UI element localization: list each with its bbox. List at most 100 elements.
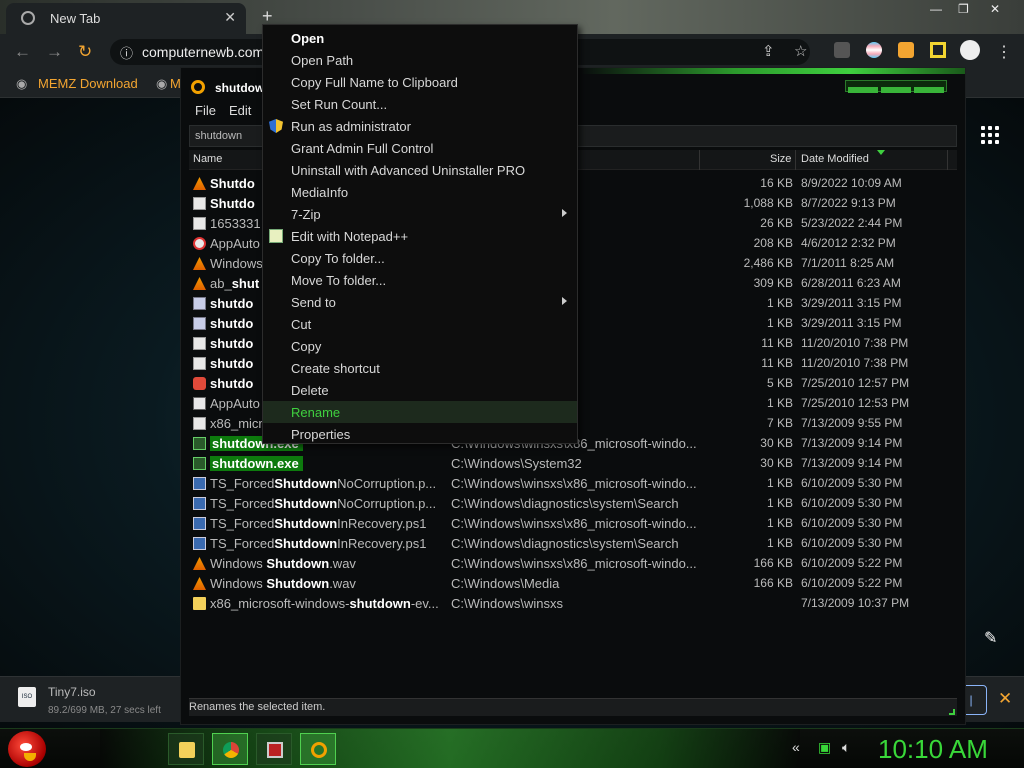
result-date: 3/29/2011 3:15 PM: [801, 316, 902, 330]
result-row[interactable]: TS_ForcedShutdownInRecovery.ps1 C:\Window…: [189, 514, 957, 534]
result-path: C:\Windows\winsxs\x86_microsoft-windo...: [451, 556, 697, 571]
bookmark-globe-icon: ◉: [156, 76, 168, 91]
result-filename: Windows Shutdown.wav: [210, 576, 356, 591]
tray-expand-icon[interactable]: «: [792, 739, 800, 755]
result-filename: TS_ForcedShutdownNoCorruption.p...: [210, 496, 437, 511]
menu-item-copy-full-name-to-clipboard[interactable]: Copy Full Name to Clipboard: [263, 71, 577, 93]
maximize-button[interactable]: ❐: [958, 2, 969, 16]
download-bar-close-icon[interactable]: ✕: [998, 689, 1012, 709]
submenu-arrow-icon: [562, 209, 567, 217]
menu-item-run-as-administrator[interactable]: Run as administrator: [263, 115, 577, 137]
start-button-angry-bird-icon[interactable]: [8, 731, 46, 767]
file-doc-icon: [193, 197, 206, 210]
column-size[interactable]: Size: [770, 153, 791, 165]
result-filename: shutdo: [210, 296, 254, 311]
taskbar-explorer-button[interactable]: [168, 733, 204, 765]
profile-avatar[interactable]: [960, 40, 980, 60]
result-size: 1 KB: [766, 536, 793, 550]
menu-item-copy-to-folder[interactable]: Copy To folder...: [263, 247, 577, 269]
menu-item-set-run-count[interactable]: Set Run Count...: [263, 93, 577, 115]
extension-flag-icon[interactable]: [866, 42, 882, 58]
menu-item-grant-admin-full-control[interactable]: Grant Admin Full Control: [263, 137, 577, 159]
menu-item-mediainfo[interactable]: MediaInfo: [263, 181, 577, 203]
close-window-button[interactable]: ✕: [990, 2, 1000, 16]
result-date: 7/25/2010 12:57 PM: [801, 376, 910, 390]
result-size: 30 KB: [760, 456, 793, 470]
customize-pencil-icon[interactable]: ✎: [984, 628, 997, 648]
minimize-button[interactable]: —: [930, 2, 942, 16]
tab-new-tab[interactable]: New Tab ✕: [6, 3, 246, 34]
share-icon[interactable]: ⇪: [762, 42, 775, 60]
result-row[interactable]: Windows Shutdown.wav C:\Windows\Media 166 …: [189, 574, 957, 594]
column-name[interactable]: Name: [193, 153, 222, 165]
result-filename: ab_shut: [210, 276, 260, 291]
extensions-puzzle-icon[interactable]: [898, 42, 914, 58]
network-icon[interactable]: ▣: [818, 739, 831, 756]
result-row[interactable]: x86_microsoft-windows-shutdown-ev... C:\W…: [189, 594, 957, 614]
result-path: C:\Windows\diagnostics\system\Search: [451, 496, 679, 511]
result-size: 26 KB: [760, 216, 793, 230]
menu-item-create-shortcut[interactable]: Create shortcut: [263, 357, 577, 379]
file-vlc-icon: [193, 277, 206, 290]
file-doc-icon: [193, 217, 206, 230]
extension-ublock-icon[interactable]: [834, 42, 850, 58]
sidepanel-icon[interactable]: [930, 42, 946, 58]
menu-item-edit-with-notepad[interactable]: Edit with Notepad++: [263, 225, 577, 247]
file-power-icon: [193, 377, 206, 390]
taskbar-everything-button[interactable]: [300, 733, 336, 765]
everything-window-buttons[interactable]: [845, 80, 947, 93]
result-date: 11/20/2010 7:38 PM: [801, 336, 909, 350]
result-size: 166 KB: [753, 576, 793, 590]
system-tray: « ▣ 🔈︎: [784, 739, 864, 759]
reload-icon[interactable]: ↻: [78, 42, 92, 62]
menu-item-move-to-folder[interactable]: Move To folder...: [263, 269, 577, 291]
apps-grid-icon[interactable]: [981, 126, 999, 144]
tab-close-icon[interactable]: ✕: [224, 9, 236, 26]
menu-item-copy[interactable]: Copy: [263, 335, 577, 357]
result-filename: shutdo: [210, 356, 254, 371]
result-row[interactable]: TS_ForcedShutdownInRecovery.ps1 C:\Window…: [189, 534, 957, 554]
uac-shield-icon: [269, 119, 283, 133]
file-gadget-icon: [193, 297, 206, 310]
result-filename: shutdo: [210, 336, 254, 351]
menu-item-cut[interactable]: Cut: [263, 313, 577, 335]
taskbar-chrome-button[interactable]: [212, 733, 248, 765]
menu-item-uninstall-with-advanced-uninstaller-pro[interactable]: Uninstall with Advanced Uninstaller PRO: [263, 159, 577, 181]
menu-item-7-zip[interactable]: 7-Zip: [263, 203, 577, 225]
column-date-modified[interactable]: Date Modified: [801, 153, 869, 165]
result-date: 7/13/2009 10:37 PM: [801, 596, 910, 610]
bookmark-memz-download[interactable]: MEMZ Download: [38, 76, 138, 91]
result-size: 16 KB: [760, 176, 793, 190]
back-icon[interactable]: ←: [14, 42, 31, 62]
iso-file-icon: ISO: [18, 687, 36, 707]
bookmark-star-icon[interactable]: ☆: [794, 42, 807, 60]
file-app-icon: [193, 237, 206, 250]
site-info-icon[interactable]: ⓘ: [120, 43, 133, 62]
download-filename[interactable]: Tiny7.iso: [48, 685, 96, 699]
result-date: 8/7/2022 9:13 PM: [801, 196, 896, 210]
taskbar-media-button[interactable]: [256, 733, 292, 765]
menu-item-send-to[interactable]: Send to: [263, 291, 577, 313]
resize-grip-icon[interactable]: [949, 709, 955, 715]
chrome-menu-icon[interactable]: ⋮: [996, 42, 1012, 61]
menu-item-delete[interactable]: Delete: [263, 379, 577, 401]
taskbar-clock[interactable]: 10:10 AM: [878, 734, 988, 765]
menu-item-rename[interactable]: Rename: [263, 401, 577, 423]
menu-item-open[interactable]: Open: [263, 27, 577, 49]
menu-item-properties[interactable]: Properties: [263, 423, 577, 445]
menu-file[interactable]: File: [195, 103, 216, 118]
result-size: 1 KB: [766, 516, 793, 530]
result-row[interactable]: Windows Shutdown.wav C:\Windows\winsxs\x8…: [189, 554, 957, 574]
forward-icon[interactable]: →: [46, 42, 63, 62]
everything-search-icon: [311, 742, 327, 758]
result-filename: x86_microsoft-windows-shutdown-ev...: [210, 596, 439, 611]
result-date: 4/6/2012 2:32 PM: [801, 236, 896, 250]
result-row[interactable]: TS_ForcedShutdownNoCorruption.p... C:\Win…: [189, 474, 957, 494]
menu-item-open-path[interactable]: Open Path: [263, 49, 577, 71]
result-size: 7 KB: [766, 416, 793, 430]
volume-icon[interactable]: 🔈︎: [842, 739, 850, 756]
menu-edit[interactable]: Edit: [229, 103, 251, 118]
result-row[interactable]: shutdown.exe C:\Windows\System32 30 KB 7/13…: [189, 454, 957, 474]
result-filename: AppAuto: [210, 396, 260, 411]
result-row[interactable]: TS_ForcedShutdownNoCorruption.p... C:\Win…: [189, 494, 957, 514]
